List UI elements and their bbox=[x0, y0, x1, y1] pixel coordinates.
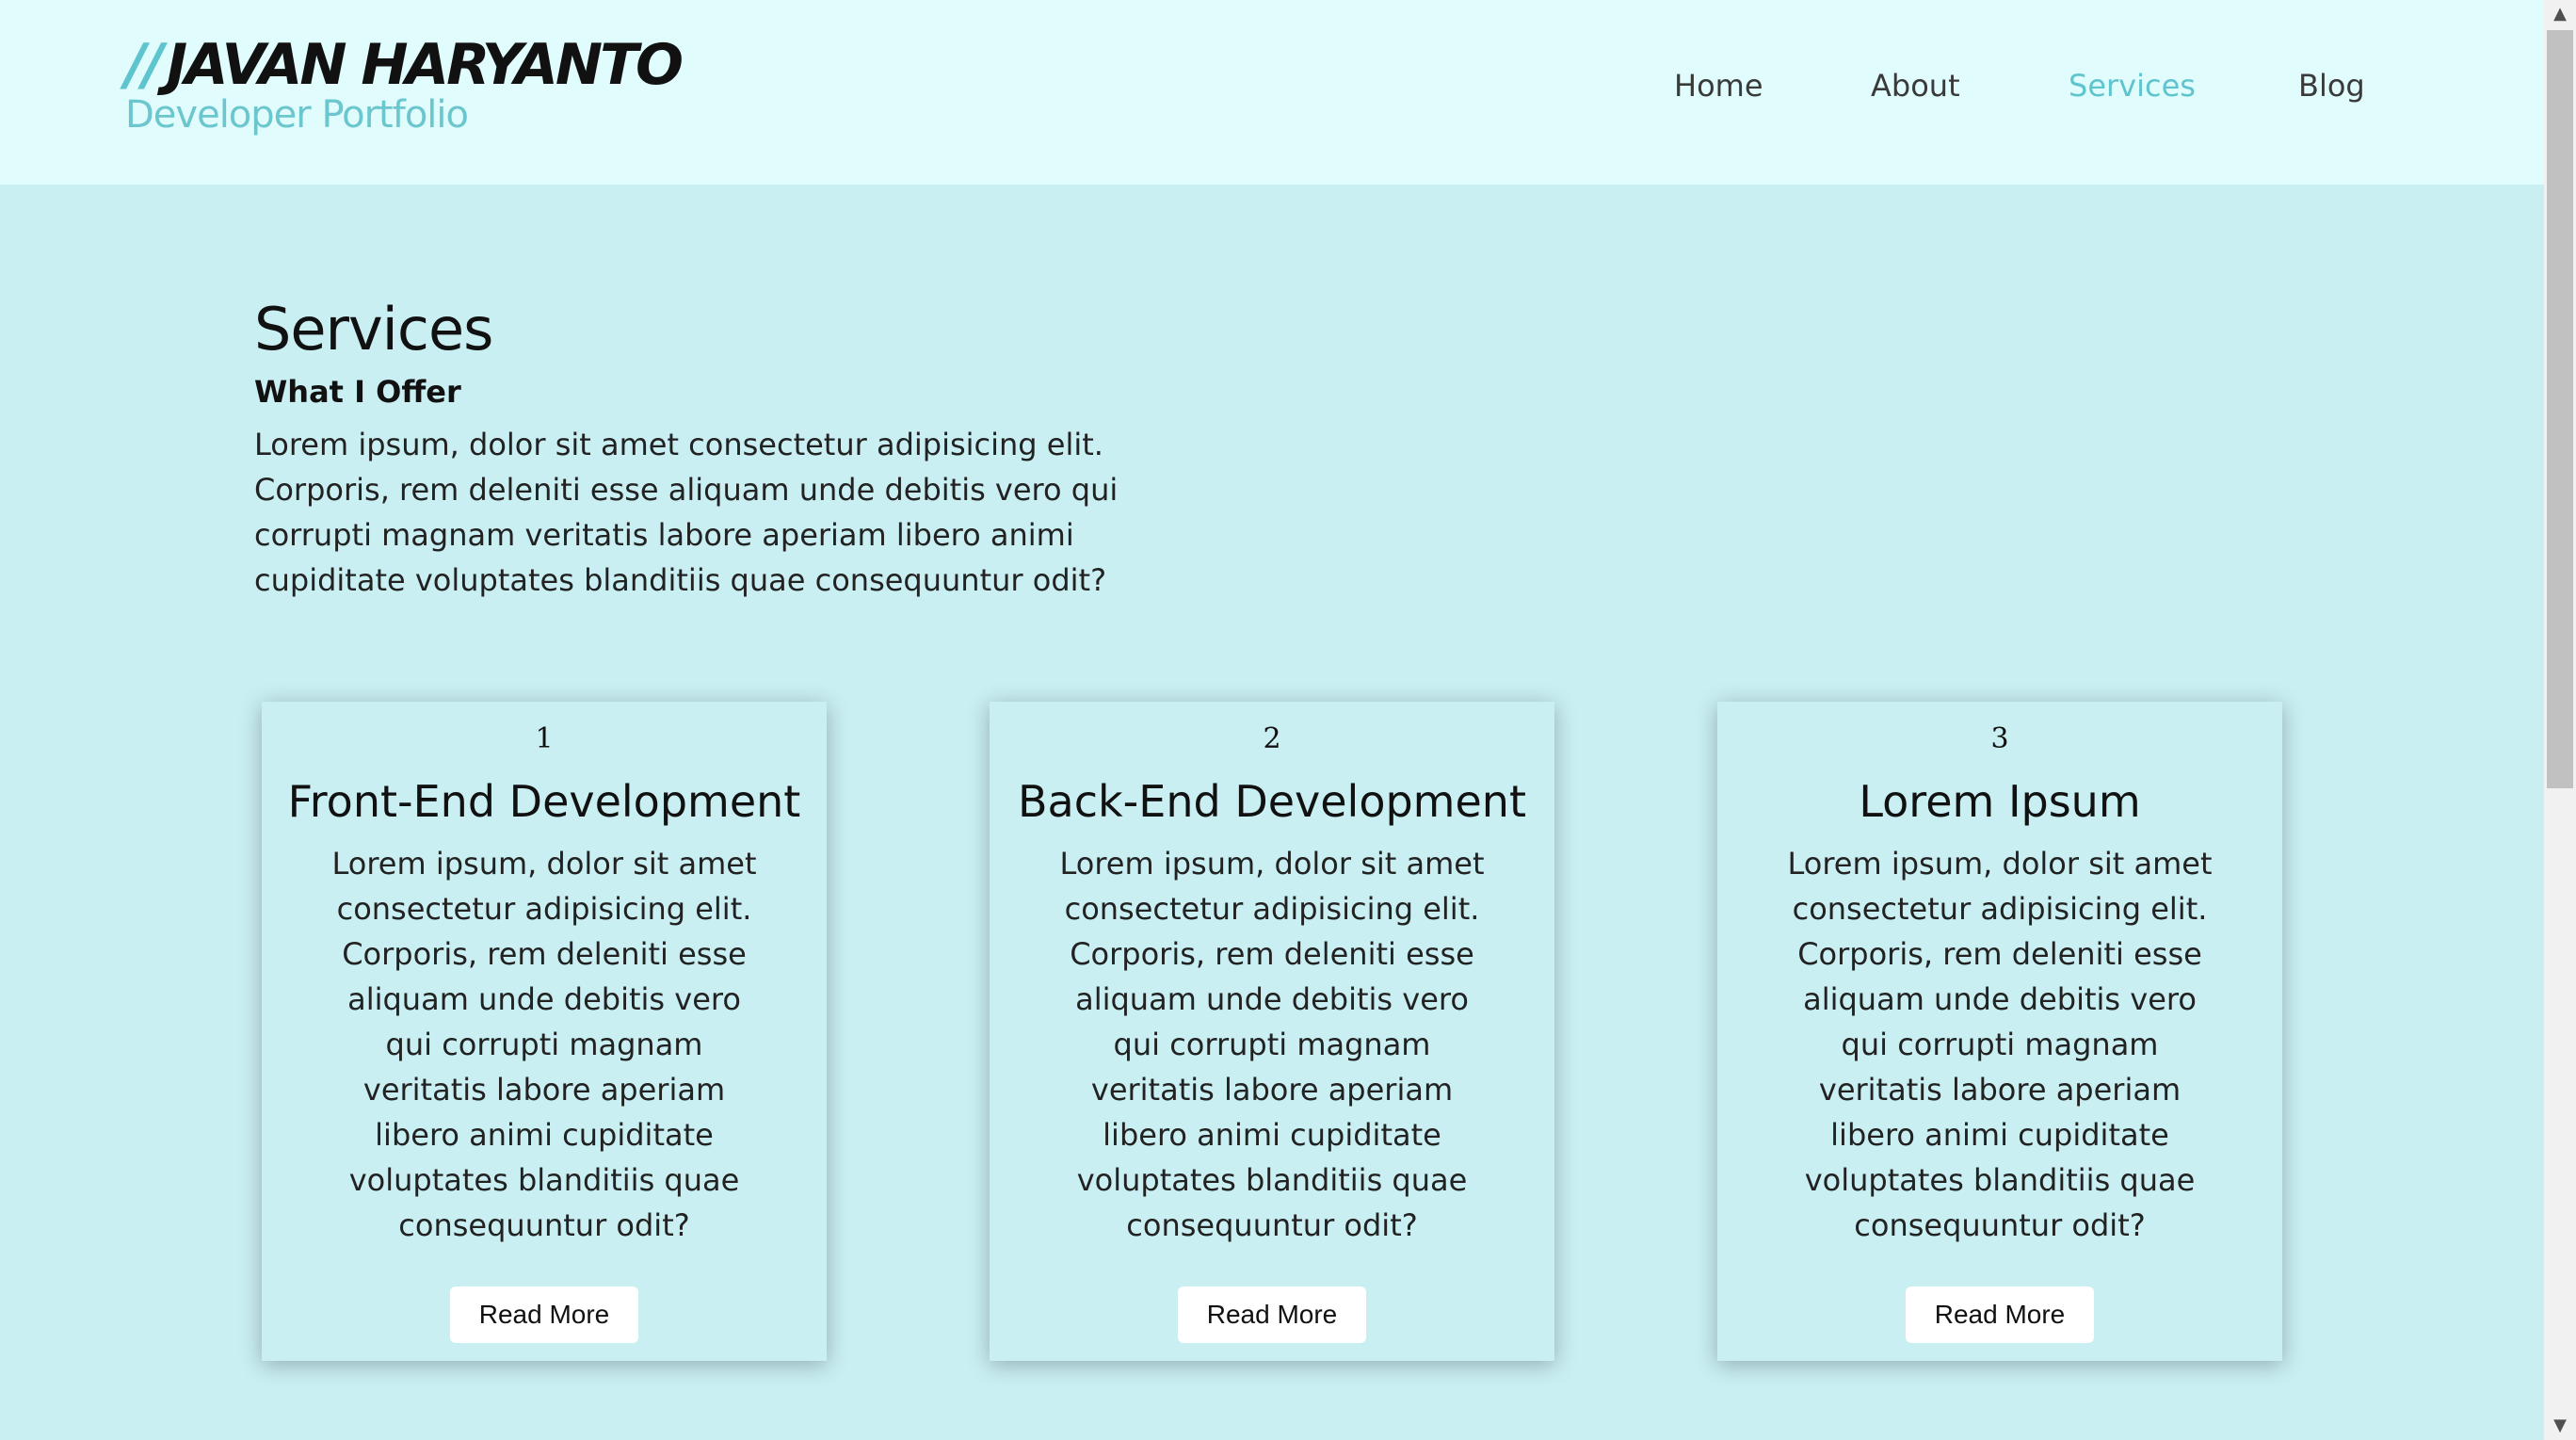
read-more-button[interactable]: Read More bbox=[450, 1286, 638, 1343]
card-number: 2 bbox=[1263, 722, 1281, 755]
nav-link-home[interactable]: Home bbox=[1674, 68, 1763, 104]
scroll-up-arrow-icon[interactable]: ▲ bbox=[2544, 0, 2576, 28]
main-nav: Home About Services Blog bbox=[0, 68, 2544, 115]
read-more-button[interactable]: Read More bbox=[1906, 1286, 2094, 1343]
nav-link-services[interactable]: Services bbox=[2069, 68, 2196, 104]
service-card: 3 Lorem Ipsum Lorem ipsum, dolor sit ame… bbox=[1717, 702, 2282, 1361]
nav-link-about[interactable]: About bbox=[1871, 68, 1960, 104]
service-card: 2 Back-End Development Lorem ipsum, dolo… bbox=[990, 702, 1554, 1361]
card-number: 3 bbox=[1990, 722, 2009, 755]
card-text: Lorem ipsum, dolor sit amet consectetur … bbox=[1787, 846, 2213, 1243]
section-title: Services bbox=[254, 295, 493, 364]
card-text: Lorem ipsum, dolor sit amet consectetur … bbox=[331, 846, 757, 1243]
card-title: Back-End Development bbox=[1018, 776, 1526, 827]
card-text: Lorem ipsum, dolor sit amet consectetur … bbox=[1059, 846, 1485, 1243]
section-subtitle: What I Offer bbox=[254, 374, 461, 410]
read-more-button[interactable]: Read More bbox=[1178, 1286, 1366, 1343]
scroll-down-arrow-icon[interactable]: ▼ bbox=[2544, 1412, 2576, 1440]
scrollbar-thumb[interactable] bbox=[2547, 30, 2573, 788]
vertical-scrollbar[interactable]: ▲ ▼ bbox=[2544, 0, 2576, 1440]
service-card: 1 Front-End Development Lorem ipsum, dol… bbox=[262, 702, 827, 1361]
card-title: Front-End Development bbox=[287, 776, 801, 827]
section-description: Lorem ipsum, dolor sit amet consectetur … bbox=[254, 427, 1119, 598]
site-header: //JAVAN HARYANTO Developer Portfolio Hom… bbox=[0, 0, 2544, 185]
services-section: Services What I Offer Lorem ipsum, dolor… bbox=[254, 292, 1149, 603]
card-number: 1 bbox=[535, 722, 554, 755]
card-title: Lorem Ipsum bbox=[1859, 776, 2141, 827]
nav-link-blog[interactable]: Blog bbox=[2298, 68, 2365, 104]
